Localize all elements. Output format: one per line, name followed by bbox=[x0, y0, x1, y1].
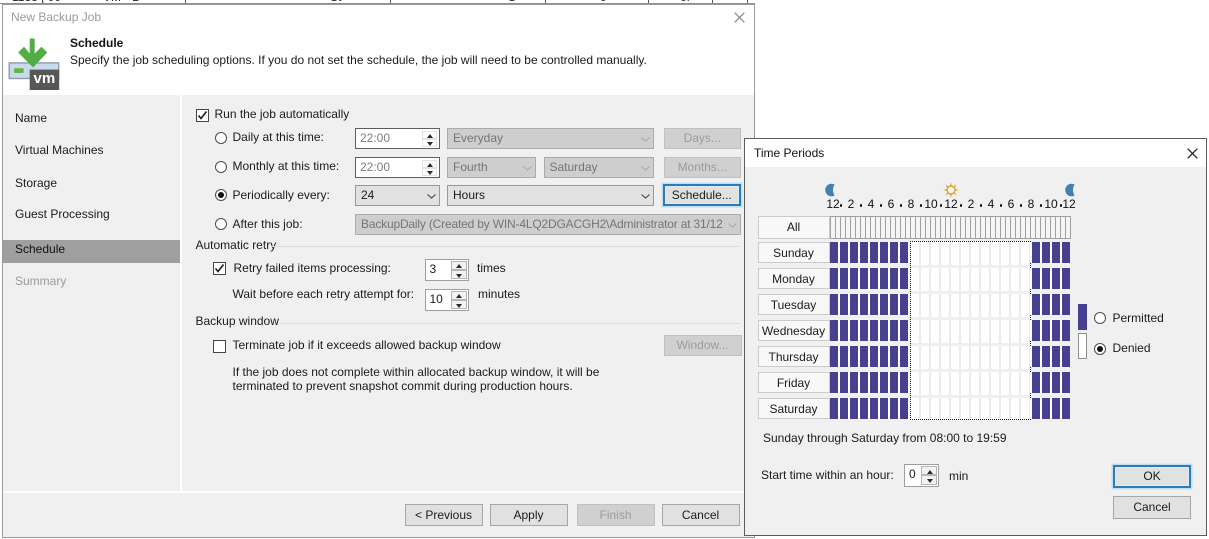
svg-text:vm: vm bbox=[34, 70, 56, 87]
